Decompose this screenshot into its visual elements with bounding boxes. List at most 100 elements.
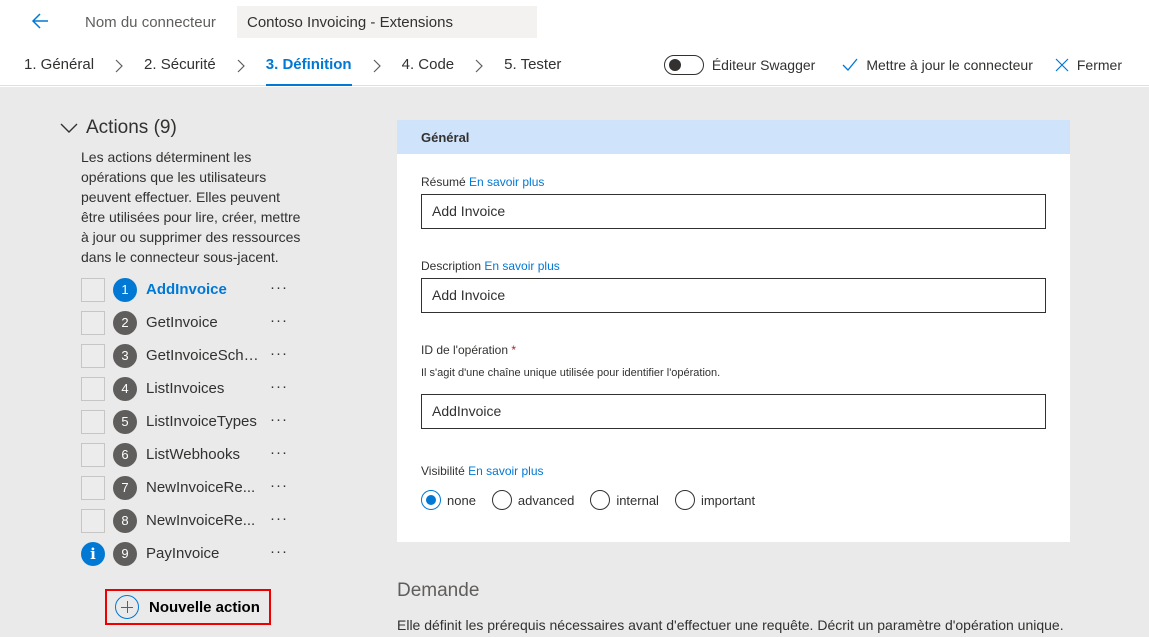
more-options-icon[interactable]: ··· (270, 411, 288, 428)
action-checkbox[interactable] (81, 475, 105, 500)
action-checkbox[interactable] (81, 508, 105, 533)
summary-label-text: Résumé (421, 175, 466, 189)
action-number-badge: 2 (113, 310, 137, 335)
actions-title: Actions (9) (86, 117, 177, 138)
list-item[interactable]: 5 ListInvoiceTypes ··· (81, 405, 305, 438)
action-checkbox[interactable] (81, 310, 105, 335)
more-options-icon[interactable]: ··· (270, 378, 288, 395)
new-action-label: Nouvelle action (149, 598, 260, 616)
list-item[interactable]: 7 NewInvoiceRe... ··· (81, 471, 305, 504)
more-options-icon[interactable]: ··· (270, 279, 288, 296)
add-circle-icon (115, 595, 139, 619)
chevron-right-icon (115, 59, 123, 73)
operation-id-input[interactable]: AddInvoice (421, 394, 1046, 429)
visibility-option-none[interactable]: none (421, 490, 476, 510)
actions-panel: Actions (9) Les actions déterminent les … (60, 117, 305, 570)
radio-label: important (700, 492, 756, 508)
radio-label: none (447, 492, 476, 508)
list-item[interactable]: 1 AddInvoice ··· (81, 273, 305, 306)
list-item[interactable]: 8 NewInvoiceRe... ··· (81, 504, 305, 537)
actions-header[interactable]: Actions (9) (60, 117, 305, 139)
radio-icon (491, 490, 512, 510)
list-item[interactable]: 2 GetInvoice ··· (81, 306, 305, 339)
visibility-option-important[interactable]: important (674, 490, 756, 510)
general-section-title: Général (397, 120, 1070, 154)
action-number-badge: 5 (113, 409, 137, 434)
main-area: Actions (9) Les actions déterminent les … (0, 87, 1149, 637)
required-mark: * (511, 343, 517, 357)
close-button[interactable]: Fermer (1055, 57, 1122, 73)
action-checkbox[interactable] (81, 409, 105, 434)
radio-icon (590, 490, 611, 510)
more-options-icon[interactable]: ··· (270, 312, 288, 329)
chevron-down-icon (60, 123, 78, 133)
list-item[interactable]: 6 ListWebhooks ··· (81, 438, 305, 471)
action-name[interactable]: ListInvoiceTypes (146, 413, 264, 430)
more-options-icon[interactable]: ··· (270, 444, 288, 461)
action-number-badge: 9 (113, 541, 137, 566)
visibility-label-text: Visibilité (421, 464, 465, 478)
list-item[interactable]: 4 ListInvoices ··· (81, 372, 305, 405)
action-number-badge: 8 (113, 508, 137, 533)
more-options-icon[interactable]: ··· (270, 477, 288, 494)
actions-description: Les actions déterminent les opérations q… (81, 149, 301, 265)
action-name[interactable]: AddInvoice (146, 281, 264, 298)
action-checkbox[interactable] (81, 442, 105, 467)
action-checkbox[interactable] (81, 376, 105, 401)
chevron-right-icon (373, 59, 381, 73)
visibility-learn-more-link[interactable]: En savoir plus (468, 464, 543, 478)
list-item[interactable]: 3 GetInvoiceSche... ··· (81, 339, 305, 372)
visibility-label: Visibilité En savoir plus (421, 464, 544, 478)
back-arrow-icon[interactable] (28, 8, 54, 34)
more-options-icon[interactable]: ··· (270, 345, 288, 362)
more-options-icon[interactable]: ··· (270, 543, 288, 560)
step-general[interactable]: 1. Général (24, 48, 94, 86)
info-icon[interactable]: i (81, 541, 105, 566)
description-label: Description En savoir plus (421, 259, 560, 273)
actions-list: 1 AddInvoice ··· 2 GetInvoice ··· 3 GetI… (81, 273, 305, 570)
request-section-description: Elle définit les prérequis nécessaires a… (397, 617, 1064, 633)
action-name[interactable]: NewInvoiceRe... (146, 512, 264, 529)
action-name[interactable]: ListWebhooks (146, 446, 264, 463)
step-definition[interactable]: 3. Définition (265, 48, 352, 86)
description-learn-more-link[interactable]: En savoir plus (484, 259, 559, 273)
action-checkbox[interactable] (81, 343, 105, 368)
operation-id-label-text: ID de l'opération (421, 343, 509, 357)
swagger-editor-toggle[interactable] (663, 55, 704, 75)
chevron-right-icon (237, 59, 245, 73)
visibility-radio-group: none advanced internal important (421, 490, 771, 510)
more-options-icon[interactable]: ··· (270, 510, 288, 527)
step-security[interactable]: 2. Sécurité (144, 48, 216, 86)
description-input[interactable]: Add Invoice (421, 278, 1046, 313)
update-connector-button[interactable]: Mettre à jour le connecteur (842, 57, 1033, 73)
action-number-badge: 6 (113, 442, 137, 467)
connector-name-input[interactable]: Contoso Invoicing - Extensions (237, 6, 537, 38)
operation-id-label: ID de l'opération * (421, 343, 516, 357)
operation-id-hint: Il s'agit d'une chaîne unique utilisée p… (421, 367, 721, 379)
action-checkbox[interactable] (81, 277, 105, 302)
action-name[interactable]: GetInvoiceSche... (146, 347, 264, 364)
visibility-option-advanced[interactable]: advanced (491, 490, 575, 510)
description-label-text: Description (421, 259, 482, 273)
radio-selected-icon (421, 490, 441, 510)
summary-learn-more-link[interactable]: En savoir plus (469, 175, 544, 189)
summary-input[interactable]: Add Invoice (421, 194, 1046, 229)
swagger-editor-label[interactable]: Éditeur Swagger (712, 57, 816, 73)
radio-label: advanced (517, 492, 575, 508)
update-connector-label: Mettre à jour le connecteur (866, 57, 1033, 73)
header-bar: Nom du connecteur Contoso Invoicing - Ex… (0, 0, 1149, 86)
visibility-option-internal[interactable]: internal (590, 490, 659, 510)
action-number-badge: 3 (113, 343, 137, 368)
action-number-badge: 4 (113, 376, 137, 401)
new-action-button[interactable]: Nouvelle action (105, 589, 271, 625)
chevron-right-icon (475, 59, 484, 73)
action-name[interactable]: PayInvoice (146, 545, 264, 562)
step-test[interactable]: 5. Tester (504, 48, 561, 86)
action-number-badge: 7 (113, 475, 137, 500)
action-name[interactable]: GetInvoice (146, 314, 264, 331)
request-section-title: Demande (397, 580, 480, 601)
step-code[interactable]: 4. Code (402, 48, 455, 86)
action-name[interactable]: NewInvoiceRe... (146, 479, 264, 496)
action-name[interactable]: ListInvoices (146, 380, 264, 397)
list-item[interactable]: i 9 PayInvoice ··· (81, 537, 305, 570)
